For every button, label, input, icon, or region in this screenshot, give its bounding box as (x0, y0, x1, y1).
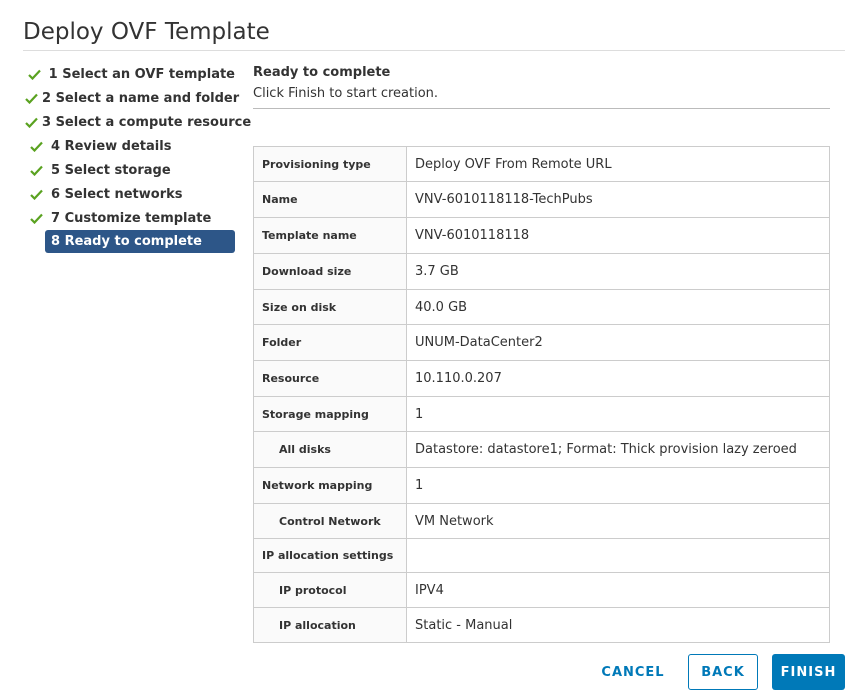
row-value: Deploy OVF From Remote URL (406, 146, 830, 182)
row-key: Provisioning type (253, 146, 407, 182)
checkmark-icon (25, 69, 45, 80)
row-value: 3.7 GB (406, 253, 830, 290)
table-row: Network mapping 1 (253, 467, 830, 504)
row-value: 10.110.0.207 (406, 360, 830, 397)
table-row: Control Network VM Network (253, 503, 830, 539)
checkmark-icon (25, 213, 47, 224)
title-divider (23, 50, 845, 51)
section-instructions: Click Finish to start creation. (253, 86, 439, 101)
wizard-steps: 1 Select an OVF template 2 Select a name… (23, 62, 251, 253)
row-value: VNV-6010118118 (406, 217, 830, 254)
table-row: All disks Datastore: datastore1; Format:… (253, 431, 830, 468)
row-key: Network mapping (253, 467, 407, 504)
row-value: Datastore: datastore1; Format: Thick pro… (406, 431, 830, 468)
checkmark-icon (25, 165, 47, 176)
table-row: Download size 3.7 GB (253, 253, 830, 290)
table-row: Resource 10.110.0.207 (253, 360, 830, 397)
row-key: IP allocation settings (253, 538, 407, 573)
cancel-button[interactable]: CANCEL (594, 654, 672, 690)
step-6[interactable]: 6 Select networks (23, 182, 235, 206)
section-heading: Ready to complete (253, 65, 391, 80)
row-value: VNV-6010118118-TechPubs (406, 181, 830, 218)
table-row: Name VNV-6010118118-TechPubs (253, 181, 830, 218)
table-row: Provisioning type Deploy OVF From Remote… (253, 146, 830, 182)
row-key: Control Network (253, 503, 407, 539)
row-key: Resource (253, 360, 407, 397)
row-key: Template name (253, 217, 407, 254)
table-row: Template name VNV-6010118118 (253, 217, 830, 254)
step-1[interactable]: 1 Select an OVF template (23, 62, 235, 86)
row-key: All disks (253, 431, 407, 468)
row-value: 40.0 GB (406, 289, 830, 325)
row-key: Size on disk (253, 289, 407, 325)
summary-table: Provisioning type Deploy OVF From Remote… (253, 146, 830, 643)
step-label: 3 Select a compute resource (42, 114, 252, 130)
step-label: 7 Customize template (51, 210, 212, 226)
finish-button[interactable]: FINISH (772, 654, 845, 690)
row-value: 1 (406, 467, 830, 504)
row-value: VM Network (406, 503, 830, 539)
section-divider (253, 108, 830, 109)
dialog-title: Deploy OVF Template (23, 19, 270, 45)
checkmark-icon (25, 117, 38, 128)
step-2[interactable]: 2 Select a name and folder (23, 86, 239, 110)
table-row: IP protocol IPV4 (253, 572, 830, 608)
step-label: 2 Select a name and folder (42, 90, 240, 106)
row-key: Storage mapping (253, 396, 407, 432)
step-7[interactable]: 7 Customize template (23, 206, 235, 230)
checkmark-icon (25, 189, 47, 200)
step-4[interactable]: 4 Review details (23, 134, 235, 158)
table-row: Folder UNUM-DataCenter2 (253, 324, 830, 361)
row-key: Download size (253, 253, 407, 290)
row-key: IP protocol (253, 572, 407, 608)
row-value: UNUM-DataCenter2 (406, 324, 830, 361)
table-row: IP allocation Static - Manual (253, 607, 830, 643)
step-5[interactable]: 5 Select storage (23, 158, 235, 182)
row-value (406, 538, 830, 573)
step-3[interactable]: 3 Select a compute resource (23, 110, 251, 134)
step-8-active[interactable]: 8 Ready to complete (45, 230, 235, 253)
step-label: 4 Review details (51, 138, 172, 154)
back-button[interactable]: BACK (688, 654, 758, 690)
step-label: 5 Select storage (51, 162, 171, 178)
step-label: 6 Select networks (51, 186, 183, 202)
step-label: 1 Select an OVF template (48, 66, 235, 82)
table-row: Size on disk 40.0 GB (253, 289, 830, 325)
row-value: Static - Manual (406, 607, 830, 643)
row-key: Folder (253, 324, 407, 361)
table-row: Storage mapping 1 (253, 396, 830, 432)
row-key: IP allocation (253, 607, 407, 643)
table-row: IP allocation settings (253, 538, 830, 573)
row-value: IPV4 (406, 572, 830, 608)
row-value: 1 (406, 396, 830, 432)
checkmark-icon (25, 141, 47, 152)
row-key: Name (253, 181, 407, 218)
step-label: 8 Ready to complete (51, 234, 202, 249)
checkmark-icon (25, 93, 38, 104)
